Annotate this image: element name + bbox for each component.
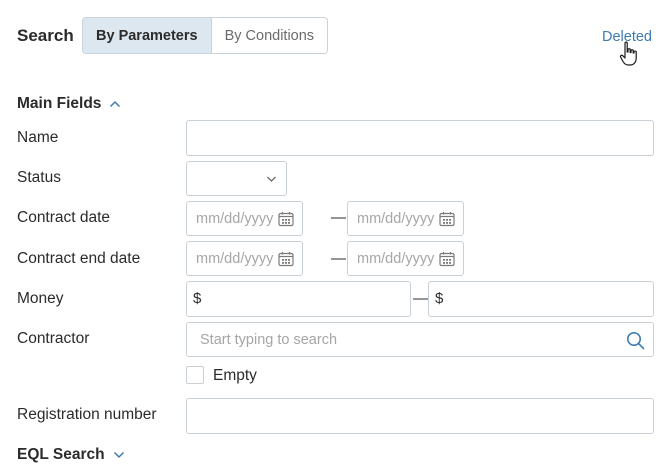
contract-date-to-input[interactable]: mm/dd/yyyy [347, 201, 464, 236]
contract-date-from-input[interactable]: mm/dd/yyyy [186, 201, 303, 236]
chevron-down-icon [113, 451, 124, 459]
registration-number-label: Registration number [17, 406, 157, 423]
contractor-empty-checkbox[interactable] [186, 366, 204, 384]
name-input[interactable] [186, 120, 654, 156]
name-label: Name [17, 129, 59, 146]
search-title: Search [17, 26, 74, 45]
main-fields-title: Main Fields [17, 95, 102, 112]
contractor-placeholder: Start typing to search [200, 332, 338, 348]
status-select[interactable] [186, 161, 287, 196]
date-placeholder: mm/dd/yyyy [196, 250, 274, 267]
status-label: Status [17, 169, 61, 186]
contract-end-date-label: Contract end date [17, 250, 141, 267]
contract-date-label: Contract date [17, 209, 111, 226]
chevron-down-icon [267, 176, 276, 182]
tab-by-parameters[interactable]: By Parameters [83, 18, 212, 53]
search-mode-toggle: By Parameters By Conditions [82, 17, 329, 54]
calendar-icon[interactable] [278, 251, 294, 267]
date-placeholder: mm/dd/yyyy [357, 210, 435, 227]
currency-symbol: $ [435, 290, 444, 307]
calendar-icon[interactable] [278, 211, 294, 227]
search-icon[interactable] [626, 331, 645, 350]
hand-cursor-icon [619, 41, 637, 66]
money-label: Money [17, 290, 64, 307]
date-placeholder: mm/dd/yyyy [357, 250, 435, 267]
money-to-input[interactable]: $ [428, 281, 654, 317]
date-range-separator: — [331, 250, 346, 267]
eql-search-title: EQL Search [17, 446, 105, 463]
contractor-empty-label: Empty [213, 367, 257, 384]
money-range-separator: — [413, 290, 428, 307]
calendar-icon[interactable] [439, 211, 455, 227]
chevron-up-icon [110, 100, 121, 108]
contractor-label: Contractor [17, 330, 90, 347]
contract-end-date-to-input[interactable]: mm/dd/yyyy [347, 241, 464, 276]
date-placeholder: mm/dd/yyyy [196, 210, 274, 227]
contract-end-date-from-input[interactable]: mm/dd/yyyy [186, 241, 303, 276]
tab-by-conditions[interactable]: By Conditions [211, 18, 328, 53]
calendar-icon[interactable] [439, 251, 455, 267]
money-from-input[interactable]: $ [186, 281, 411, 317]
date-range-separator: — [331, 209, 346, 226]
main-fields-toggle[interactable]: Main Fields [17, 95, 121, 113]
currency-symbol: $ [193, 290, 202, 307]
eql-search-toggle[interactable]: EQL Search [17, 446, 125, 464]
registration-number-input[interactable] [186, 398, 654, 434]
contractor-search-input[interactable]: Start typing to search [186, 322, 654, 357]
